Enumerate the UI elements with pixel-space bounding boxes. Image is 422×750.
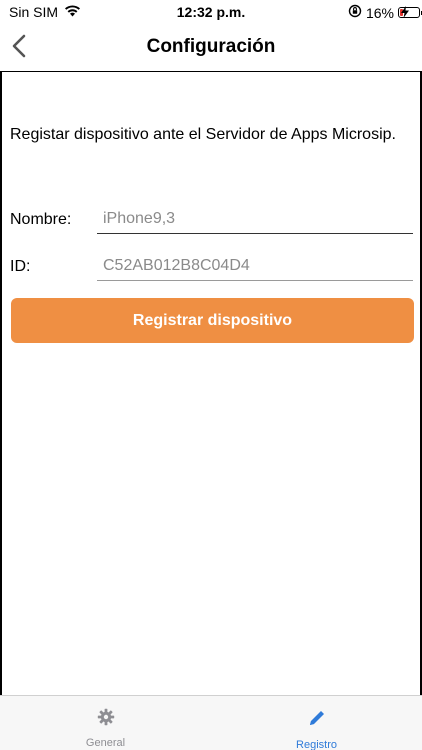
name-field[interactable] xyxy=(97,204,413,234)
gear-icon xyxy=(97,708,115,731)
nav-bar: Configuración xyxy=(0,26,422,72)
pencil-icon xyxy=(307,708,327,733)
tab-registro[interactable]: Registro xyxy=(211,696,422,750)
id-field[interactable] xyxy=(97,251,413,281)
status-right: 16% xyxy=(348,4,422,21)
tab-general-label: General xyxy=(85,737,126,749)
intro-text: Registar dispositivo ante el Servidor de… xyxy=(10,126,396,143)
battery-percent: 16% xyxy=(365,4,394,21)
name-label: Nombre: xyxy=(10,211,72,228)
orientation-lock-icon xyxy=(348,4,362,21)
tab-bar: General Registro xyxy=(0,695,422,750)
id-label: ID: xyxy=(10,258,31,275)
tab-general[interactable]: General xyxy=(0,696,211,750)
register-device-button[interactable]: Registrar dispositivo xyxy=(11,298,414,343)
charging-icon xyxy=(401,5,412,21)
main-content: Registar dispositivo ante el Servidor de… xyxy=(0,72,422,695)
status-bar: Sin SIM 12:32 p.m. 16% xyxy=(0,0,422,26)
tab-registro-label: Registro xyxy=(296,739,337,750)
page-title: Configuración xyxy=(146,36,276,57)
